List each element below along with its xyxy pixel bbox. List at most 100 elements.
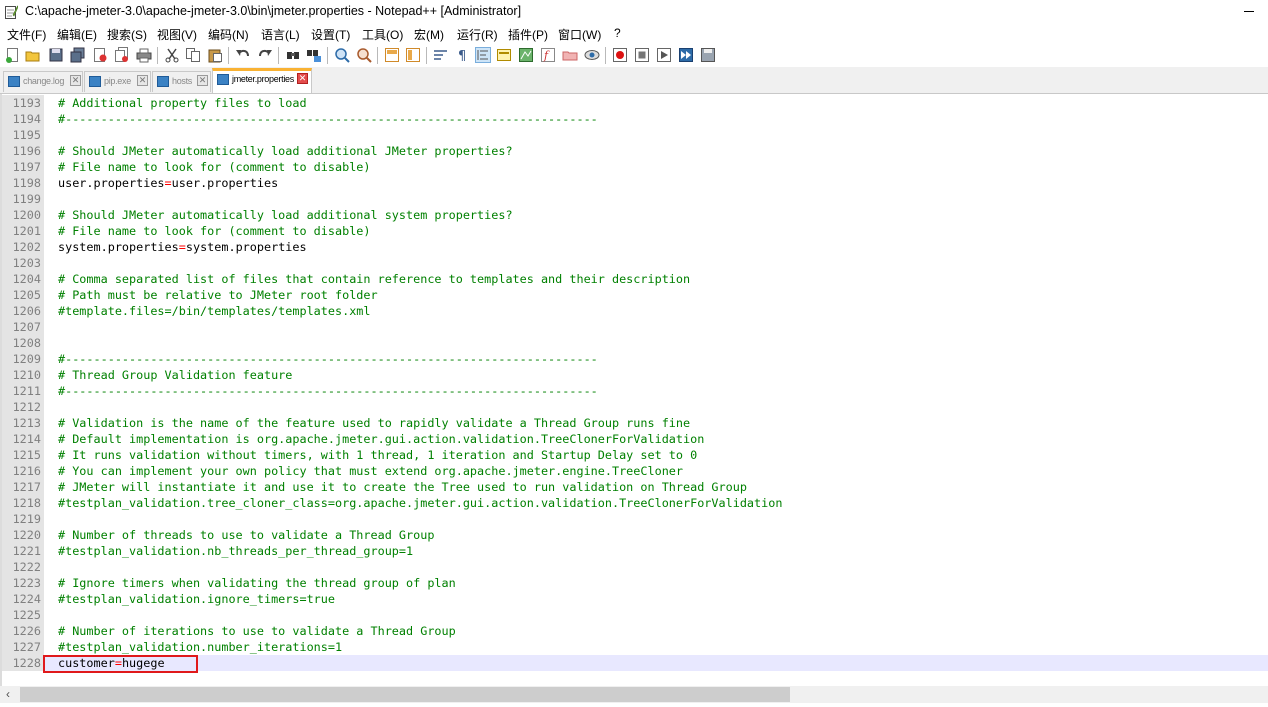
- code-line[interactable]: 1201 # File name to look for (comment to …: [2, 223, 1268, 239]
- menu-settings[interactable]: 设置(T): [311, 26, 350, 43]
- scroll-left-icon[interactable]: ‹: [6, 687, 10, 701]
- code-line[interactable]: 1198 user.properties=user.properties: [2, 175, 1268, 191]
- tab-close-icon[interactable]: ✕: [197, 75, 208, 86]
- indent-guide-icon[interactable]: [475, 47, 491, 63]
- menu-file[interactable]: 文件(F): [7, 26, 46, 43]
- sync-horizontal-icon[interactable]: [405, 47, 421, 63]
- redo-icon[interactable]: [257, 47, 273, 63]
- run-macro-multiple-icon[interactable]: [678, 47, 694, 63]
- tab-hosts[interactable]: hosts ✕: [152, 71, 211, 92]
- copy-icon[interactable]: [185, 47, 201, 63]
- code-editor[interactable]: 1193 # Additional property files to load 1…: [0, 94, 1268, 686]
- folder-icon[interactable]: [562, 47, 578, 63]
- code-line[interactable]: 1225: [2, 607, 1268, 623]
- code-line[interactable]: 1214 # Default implementation is org.apac…: [2, 431, 1268, 447]
- code-line[interactable]: 1209 #-----------------------------------…: [2, 351, 1268, 367]
- save-macro-icon[interactable]: [700, 47, 716, 63]
- menu-encoding[interactable]: 编码(N): [208, 26, 249, 43]
- tab-close-icon[interactable]: ✕: [137, 75, 148, 86]
- language-icon[interactable]: [496, 47, 512, 63]
- code-line[interactable]: 1227 #testplan_validation.number_iteratio…: [2, 639, 1268, 655]
- save-all-icon[interactable]: [70, 47, 86, 63]
- code-line[interactable]: 1203: [2, 255, 1268, 271]
- show-all-chars-icon[interactable]: ¶: [454, 47, 470, 64]
- sync-vertical-icon[interactable]: [384, 47, 400, 63]
- menu-edit[interactable]: 编辑(E): [57, 26, 97, 43]
- scrollbar-thumb[interactable]: [20, 687, 790, 702]
- code-line[interactable]: 1216 # You can implement your own policy …: [2, 463, 1268, 479]
- code-line[interactable]: 1196 # Should JMeter automatically load a…: [2, 143, 1268, 159]
- line-number: 1202: [2, 239, 44, 255]
- comment-text: #---------------------------------------…: [58, 352, 598, 366]
- open-file-icon[interactable]: [25, 47, 41, 63]
- menu-view[interactable]: 视图(V): [157, 26, 197, 43]
- code-line[interactable]: 1212: [2, 399, 1268, 415]
- tab-change-log[interactable]: change.log ✕: [3, 71, 83, 92]
- paste-icon[interactable]: [207, 47, 223, 63]
- code-line[interactable]: 1220 # Number of threads to use to valida…: [2, 527, 1268, 543]
- code-line[interactable]: 1193 # Additional property files to load: [2, 95, 1268, 111]
- horizontal-scrollbar[interactable]: ‹: [0, 686, 1268, 703]
- menu-macro[interactable]: 宏(M): [414, 26, 444, 43]
- menu-help[interactable]: ?: [614, 26, 621, 40]
- code-line[interactable]: 1208: [2, 335, 1268, 351]
- menu-language[interactable]: 语言(L): [261, 26, 300, 43]
- code-line[interactable]: 1219: [2, 511, 1268, 527]
- code-line[interactable]: 1194 #-----------------------------------…: [2, 111, 1268, 127]
- replace-icon[interactable]: [306, 47, 322, 63]
- code-line[interactable]: 1226 # Number of iterations to use to val…: [2, 623, 1268, 639]
- play-macro-icon[interactable]: [656, 47, 672, 63]
- zoom-out-icon[interactable]: [356, 47, 372, 63]
- tab-jmeter-properties[interactable]: jmeter.properties ✕: [212, 68, 312, 93]
- code-line[interactable]: 1197 # File name to look for (comment to …: [2, 159, 1268, 175]
- menu-run[interactable]: 运行(R): [457, 26, 498, 43]
- zoom-in-icon[interactable]: [334, 47, 350, 63]
- comment-text: #testplan_validation.nb_threads_per_thre…: [58, 544, 414, 558]
- code-line[interactable]: 1222: [2, 559, 1268, 575]
- new-file-icon[interactable]: [5, 47, 21, 63]
- code-line[interactable]: 1200 # Should JMeter automatically load a…: [2, 207, 1268, 223]
- code-line[interactable]: 1223 # Ignore timers when validating the …: [2, 575, 1268, 591]
- code-line[interactable]: 1218 #testplan_validation.tree_cloner_cla…: [2, 495, 1268, 511]
- code-line[interactable]: 1202 system.properties=system.properties: [2, 239, 1268, 255]
- find-icon[interactable]: [285, 47, 301, 63]
- tab-pip-exe[interactable]: pip.exe ✕: [84, 71, 151, 92]
- word-wrap-icon[interactable]: [433, 47, 449, 63]
- code-line[interactable]: 1215 # It runs validation without timers,…: [2, 447, 1268, 463]
- code-line[interactable]: 1207: [2, 319, 1268, 335]
- code-line[interactable]: 1204 # Comma separated list of files that…: [2, 271, 1268, 287]
- close-all-icon[interactable]: [114, 47, 130, 63]
- save-icon[interactable]: [48, 47, 64, 63]
- menu-tools[interactable]: 工具(O): [362, 26, 403, 43]
- print-icon[interactable]: [136, 47, 152, 63]
- comment-text: # Additional property files to load: [58, 96, 307, 110]
- line-number-text: 1220: [12, 528, 41, 542]
- tab-close-icon[interactable]: ✕: [70, 75, 81, 86]
- code-line[interactable]: 1205 # Path must be relative to JMeter ro…: [2, 287, 1268, 303]
- menu-search[interactable]: 搜索(S): [107, 26, 147, 43]
- cut-icon[interactable]: [164, 47, 180, 63]
- menu-window[interactable]: 窗口(W): [558, 26, 601, 43]
- stop-macro-icon[interactable]: [634, 47, 650, 63]
- minimize-button[interactable]: [1237, 2, 1261, 20]
- code-line[interactable]: 1210 # Thread Group Validation feature: [2, 367, 1268, 383]
- code-line[interactable]: 1211 #-----------------------------------…: [2, 383, 1268, 399]
- code-line[interactable]: 1224 #testplan_validation.ignore_timers=t…: [2, 591, 1268, 607]
- record-macro-icon[interactable]: [612, 47, 628, 63]
- code-line[interactable]: 1195: [2, 127, 1268, 143]
- code-line[interactable]: 1217 # JMeter will instantiate it and use…: [2, 479, 1268, 495]
- document-map-icon[interactable]: [518, 47, 534, 63]
- close-icon[interactable]: [92, 47, 108, 63]
- function-list-icon[interactable]: f: [540, 47, 556, 63]
- code-line[interactable]: 1213 # Validation is the name of the feat…: [2, 415, 1268, 431]
- code-line[interactable]: 1206 #template.files=/bin/templates/templ…: [2, 303, 1268, 319]
- menu-bar: 文件(F) 编辑(E) 搜索(S) 视图(V) 编码(N) 语言(L) 设置(T…: [0, 24, 1268, 44]
- code-line[interactable]: 1221 #testplan_validation.nb_threads_per_…: [2, 543, 1268, 559]
- tab-close-icon[interactable]: ✕: [297, 73, 308, 84]
- toolbar-separator: [327, 47, 328, 64]
- monitor-icon[interactable]: [584, 47, 600, 63]
- code-line[interactable]: 1199: [2, 191, 1268, 207]
- comment-text: # JMeter will instantiate it and use it …: [58, 480, 747, 494]
- undo-icon[interactable]: [235, 47, 251, 63]
- menu-plugins[interactable]: 插件(P): [508, 26, 548, 43]
